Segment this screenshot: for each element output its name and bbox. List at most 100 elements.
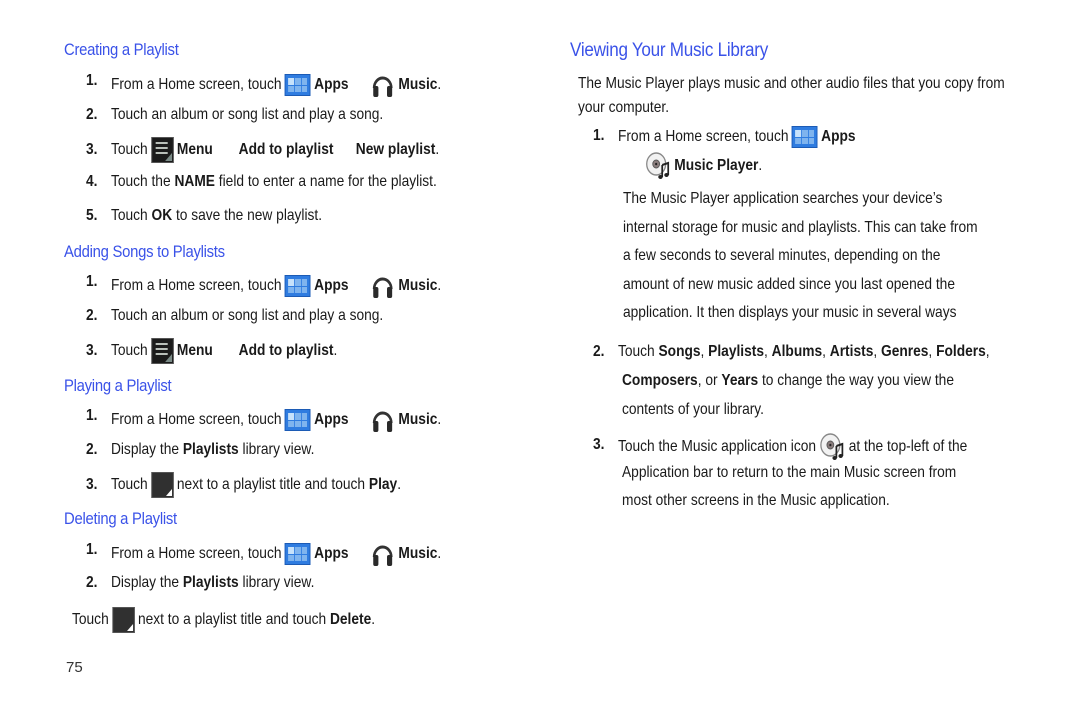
step-number: 2. bbox=[593, 343, 605, 360]
step: 4. Touch the NAME field to enter a name … bbox=[86, 172, 490, 196]
step-text: contents of your library. bbox=[622, 401, 764, 418]
delete-label: Delete bbox=[329, 611, 372, 628]
step-number: 4. bbox=[86, 173, 98, 190]
step-text: to save the new playlist. bbox=[175, 207, 323, 224]
step-text: at the top-left of the bbox=[848, 438, 968, 455]
step: 2. Display the Playlists library view. bbox=[86, 440, 447, 464]
step: 2. Touch an album or song list and play … bbox=[86, 306, 447, 330]
ok-label: OK bbox=[151, 207, 173, 224]
add-to-playlist-label: Add to playlist bbox=[238, 141, 334, 158]
apps-grid-icon bbox=[284, 275, 311, 297]
paragraph-line: a few seconds to several minutes, depend… bbox=[623, 247, 941, 264]
apps-label: Apps bbox=[314, 545, 349, 562]
menu-icon bbox=[151, 338, 174, 364]
step-text: From a Home screen, touch bbox=[110, 277, 282, 294]
step: 2. Touch Songs, Playlists, Albums, Artis… bbox=[593, 342, 990, 366]
text-segment: , bbox=[700, 343, 709, 360]
step1-paragraph: The Music Player application searches yo… bbox=[623, 188, 1035, 330]
step-text: field to enter a name for the playlist. bbox=[218, 173, 437, 190]
step: 1. From a Home screen, touch Apps Music. bbox=[86, 272, 447, 298]
context-menu-icon bbox=[112, 607, 135, 633]
step-text: Touch bbox=[110, 141, 148, 158]
apps-grid-icon bbox=[284, 74, 311, 96]
apps-grid-icon bbox=[284, 543, 311, 565]
new-playlist-label: New playlist bbox=[355, 141, 436, 158]
paragraph-line: internal storage for music and playlists… bbox=[623, 219, 978, 236]
step: 1. From a Home screen, touch Apps Music. bbox=[86, 406, 447, 432]
step-text: Touch bbox=[110, 476, 148, 493]
step: 1. From a Home screen, touch Apps bbox=[593, 126, 954, 150]
play-label: Play bbox=[368, 476, 398, 493]
step-number: 1. bbox=[593, 127, 605, 144]
step-text: From a Home screen, touch bbox=[110, 411, 282, 428]
step-text: next to a playlist title and touch bbox=[137, 611, 327, 628]
step-number: 2. bbox=[86, 307, 98, 324]
step: 2. Touch an album or song list and play … bbox=[86, 105, 447, 129]
menu-icon bbox=[151, 137, 174, 163]
paragraph-line: amount of new music added since you last… bbox=[623, 276, 955, 293]
step-number: 1. bbox=[86, 541, 98, 558]
apps-label: Apps bbox=[314, 76, 349, 93]
step: 2. Display the Playlists library view. bbox=[86, 573, 447, 597]
music-label: Music bbox=[398, 277, 438, 294]
music-player-icon bbox=[646, 152, 670, 179]
step-number: 2. bbox=[86, 574, 98, 591]
library-view-option: Folders bbox=[936, 343, 986, 360]
punct: . bbox=[437, 76, 442, 93]
step-text: From a Home screen, touch bbox=[110, 76, 282, 93]
step: 3. Touch Menu Add to playlist New playli… bbox=[86, 137, 447, 163]
step: 5. Touch OK to save the new playlist. bbox=[86, 206, 447, 230]
step-text: Touch bbox=[110, 207, 148, 224]
apps-label: Apps bbox=[314, 277, 349, 294]
section-title-viewing-library: Viewing Your Music Library bbox=[570, 40, 768, 61]
step-text: Display the bbox=[110, 441, 180, 458]
apps-grid-icon bbox=[791, 126, 818, 148]
text-segment: , bbox=[822, 343, 830, 360]
step: 3. Touch the Music application icon at t… bbox=[593, 432, 989, 460]
headphones-icon bbox=[373, 76, 393, 97]
step: 1. From a Home screen, touch Apps Music. bbox=[86, 71, 447, 97]
paragraph-line: application. It then displays your music… bbox=[623, 304, 957, 321]
library-view-option: Playlists bbox=[708, 343, 765, 360]
apps-label: Apps bbox=[314, 411, 349, 428]
punct: . bbox=[333, 342, 338, 359]
section-title-playing-playlist: Playing a Playlist bbox=[64, 377, 172, 395]
text-segment: , bbox=[873, 343, 882, 360]
step-number: 3. bbox=[593, 436, 605, 453]
step-text: Touch an album or song list and play a s… bbox=[110, 106, 384, 123]
step-text: Touch the bbox=[110, 173, 171, 190]
step-number: 3. bbox=[86, 342, 98, 359]
apps-label: Apps bbox=[821, 128, 856, 145]
menu-label: Menu bbox=[176, 141, 213, 158]
text-segment: to change the way you view the bbox=[758, 372, 954, 389]
punct: . bbox=[437, 411, 442, 428]
step-number: 2. bbox=[86, 106, 98, 123]
punct: . bbox=[437, 545, 442, 562]
text-segment: , bbox=[764, 343, 772, 360]
step: 3. Touch Menu Add to playlist. bbox=[86, 338, 447, 364]
step-number: 1. bbox=[86, 407, 98, 424]
step: 3. Touch next to a playlist title and to… bbox=[86, 472, 464, 498]
playlists-label: Playlists bbox=[182, 441, 239, 458]
step-text: Composers, or Years to change the way yo… bbox=[622, 371, 954, 395]
step-number: 3. bbox=[86, 141, 98, 158]
step-text: Touch bbox=[72, 611, 109, 628]
library-view-option: Artists bbox=[829, 343, 874, 360]
music-player-label: Music Player bbox=[674, 157, 759, 174]
name-field-label: NAME bbox=[174, 173, 215, 190]
step-text: Display the bbox=[110, 574, 180, 591]
section-title-creating-playlist: Creating a Playlist bbox=[64, 41, 179, 59]
step-number: 5. bbox=[86, 207, 98, 224]
step-text: library view. bbox=[242, 441, 315, 458]
library-view-option: Years bbox=[721, 372, 759, 389]
step-text: Touch an album or song list and play a s… bbox=[110, 307, 384, 324]
paragraph-line: The Music Player application searches yo… bbox=[623, 190, 943, 207]
menu-label: Menu bbox=[176, 342, 213, 359]
punct: . bbox=[758, 157, 763, 174]
step-number: 1. bbox=[86, 72, 98, 89]
section-title-deleting-playlist: Deleting a Playlist bbox=[64, 510, 177, 528]
headphones-icon bbox=[373, 277, 393, 298]
music-label: Music bbox=[398, 545, 438, 562]
music-label: Music bbox=[398, 411, 438, 428]
step-text: next to a playlist title and touch bbox=[176, 476, 366, 493]
